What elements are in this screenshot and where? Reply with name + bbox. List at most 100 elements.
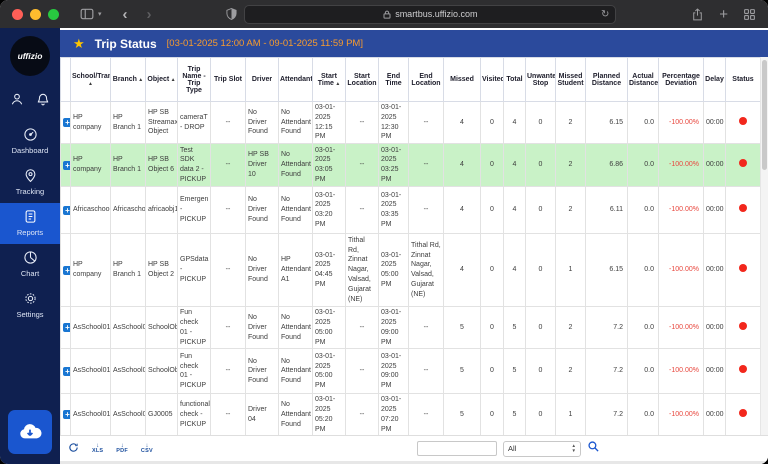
column-header-status[interactable]: Status bbox=[726, 58, 761, 102]
gear-icon bbox=[23, 291, 38, 308]
pie-chart-icon bbox=[23, 250, 38, 267]
cell-branch: AsSchool01 bbox=[111, 394, 146, 435]
cell-unwanted-stop: 0 bbox=[526, 349, 556, 394]
search-input[interactable] bbox=[417, 441, 497, 456]
cell-end-location: -- bbox=[409, 307, 444, 349]
cell-unwanted-stop: 0 bbox=[526, 394, 556, 435]
cell-missed-student: 1 bbox=[556, 234, 586, 307]
sort-ascending-icon: ▲ bbox=[334, 81, 340, 87]
cell-trip-name-trip-type: Emergen - PICKUP bbox=[178, 187, 211, 234]
cell-end-time: 03-01-2025 07:20 PM bbox=[379, 394, 409, 435]
column-header-start-time[interactable]: Start Time ▲ bbox=[313, 58, 346, 102]
search-column-select[interactable]: All ▲▼ bbox=[503, 441, 581, 457]
tab-overview-icon[interactable] bbox=[743, 8, 756, 21]
table-footer-toolbar: ↓ XLS ↓ PDF ↓ CSV All bbox=[60, 435, 768, 461]
expand-row-button[interactable]: + bbox=[63, 367, 71, 376]
sidebar-toggle-icon[interactable] bbox=[80, 8, 94, 20]
column-header-branch[interactable]: Branch ▲ bbox=[111, 58, 146, 102]
zoom-window-button[interactable] bbox=[48, 9, 59, 20]
column-header-unwanted-stop[interactable]: Unwanted Stop bbox=[526, 58, 556, 102]
cell-percentage-deviation: -100.00% bbox=[659, 102, 704, 144]
column-header-attendant[interactable]: Attendant bbox=[279, 58, 313, 102]
close-window-button[interactable] bbox=[12, 9, 23, 20]
search-icon[interactable] bbox=[587, 440, 600, 458]
cell-delay: 00:00 bbox=[704, 144, 726, 187]
cell-start-time: 03-01-2025 05:20 PM bbox=[313, 394, 346, 435]
cell-delay: 00:00 bbox=[704, 234, 726, 307]
sidebar-item-settings[interactable]: Settings bbox=[0, 285, 60, 326]
column-header-delay[interactable]: Delay bbox=[704, 58, 726, 102]
cell-driver: No Driver Found bbox=[246, 349, 279, 394]
cell-status bbox=[726, 144, 761, 187]
expand-row-button[interactable]: + bbox=[63, 266, 71, 275]
user-icon[interactable] bbox=[10, 92, 24, 111]
column-header-trip-name-trip-type[interactable]: Trip Name - Trip Type bbox=[178, 58, 211, 102]
column-header-object[interactable]: Object ▲ bbox=[146, 58, 178, 102]
column-header-actual-distance[interactable]: Actual Distance bbox=[628, 58, 659, 102]
column-header-end-time[interactable]: End Time bbox=[379, 58, 409, 102]
sort-ascending-icon: ▲ bbox=[137, 77, 143, 83]
cell-start-time: 03-01-2025 03:05 PM bbox=[313, 144, 346, 187]
dashboard-icon bbox=[23, 127, 38, 144]
chevron-down-icon[interactable]: ▾ bbox=[98, 10, 102, 18]
vertical-scrollbar[interactable] bbox=[760, 57, 768, 435]
expand-row-button[interactable]: + bbox=[63, 118, 71, 127]
cloud-download-button[interactable] bbox=[8, 410, 52, 454]
minimize-window-button[interactable] bbox=[30, 9, 41, 20]
export-csv-button[interactable]: ↓ CSV bbox=[141, 443, 153, 455]
cell-start-location: -- bbox=[346, 102, 379, 144]
cell-trip-slot: -- bbox=[211, 144, 246, 187]
sidebar-item-label: Reports bbox=[17, 228, 43, 237]
new-tab-button[interactable]: + bbox=[719, 6, 728, 23]
scrollbar-thumb[interactable] bbox=[762, 60, 767, 170]
share-icon[interactable] bbox=[691, 8, 704, 21]
cell-missed: 4 bbox=[444, 144, 481, 187]
refresh-icon[interactable] bbox=[68, 440, 79, 458]
expand-cell: + bbox=[61, 187, 71, 234]
cell-planned-distance: 6.11 bbox=[586, 187, 628, 234]
column-header-missed-student[interactable]: Missed Student bbox=[556, 58, 586, 102]
cell-school-tran: AsSchool01 bbox=[71, 307, 111, 349]
sidebar-item-tracking[interactable]: Tracking bbox=[0, 162, 60, 203]
cell-unwanted-stop: 0 bbox=[526, 102, 556, 144]
cell-end-location: -- bbox=[409, 394, 444, 435]
column-header-planned-distance[interactable]: Planned Distance bbox=[586, 58, 628, 102]
column-header-trip-slot[interactable]: Trip Slot bbox=[211, 58, 246, 102]
cell-missed-student: 1 bbox=[556, 394, 586, 435]
column-header-start-location[interactable]: Start Location bbox=[346, 58, 379, 102]
cloud-download-icon bbox=[18, 421, 42, 444]
notifications-bell-icon[interactable] bbox=[36, 92, 50, 111]
sidebar-item-dashboard[interactable]: Dashboard bbox=[0, 121, 60, 162]
sidebar-item-reports[interactable]: Reports bbox=[0, 203, 60, 244]
cell-object: SchoolObje bbox=[146, 307, 178, 349]
address-bar[interactable]: smartbus.uffizio.com ↻ bbox=[244, 5, 616, 24]
cell-planned-distance: 6.15 bbox=[586, 234, 628, 307]
column-header-percentage-deviation[interactable]: Percentage Deviation bbox=[659, 58, 704, 102]
cell-school-tran: AsSchool01 bbox=[71, 394, 111, 435]
favorite-star-icon[interactable]: ★ bbox=[73, 37, 85, 50]
export-xls-button[interactable]: ↓ XLS bbox=[92, 443, 103, 455]
cell-missed-student: 2 bbox=[556, 349, 586, 394]
expand-row-button[interactable]: + bbox=[63, 206, 71, 215]
sort-ascending-icon: ▲ bbox=[88, 81, 93, 87]
privacy-shield-icon[interactable] bbox=[226, 8, 237, 20]
expand-row-button[interactable]: + bbox=[63, 161, 71, 170]
cell-trip-name-trip-type: Fun check 01 - PICKUP bbox=[178, 349, 211, 394]
column-header-missed[interactable]: Missed bbox=[444, 58, 481, 102]
cell-school-tran: Africaschoo bbox=[71, 187, 111, 234]
column-header-total[interactable]: Total bbox=[504, 58, 526, 102]
expand-row-button[interactable]: + bbox=[63, 410, 71, 419]
column-header-visited[interactable]: Visited bbox=[481, 58, 504, 102]
reload-icon[interactable]: ↻ bbox=[601, 9, 609, 20]
column-header-end-location[interactable]: End Location bbox=[409, 58, 444, 102]
cell-missed-student: 2 bbox=[556, 102, 586, 144]
browser-window: ▾ ‹ › smartbus.uffizio.com ↻ + uffizio bbox=[0, 0, 768, 464]
expand-row-button[interactable]: + bbox=[63, 323, 71, 332]
column-header-school-tran[interactable]: School/Tran ▲ bbox=[71, 58, 111, 102]
column-header-driver[interactable]: Driver bbox=[246, 58, 279, 102]
sidebar-item-chart[interactable]: Chart bbox=[0, 244, 60, 285]
export-pdf-button[interactable]: ↓ PDF bbox=[116, 443, 128, 455]
selected-filter-value: All bbox=[508, 444, 516, 453]
back-button[interactable]: ‹ bbox=[123, 7, 128, 22]
cell-status bbox=[726, 349, 761, 394]
